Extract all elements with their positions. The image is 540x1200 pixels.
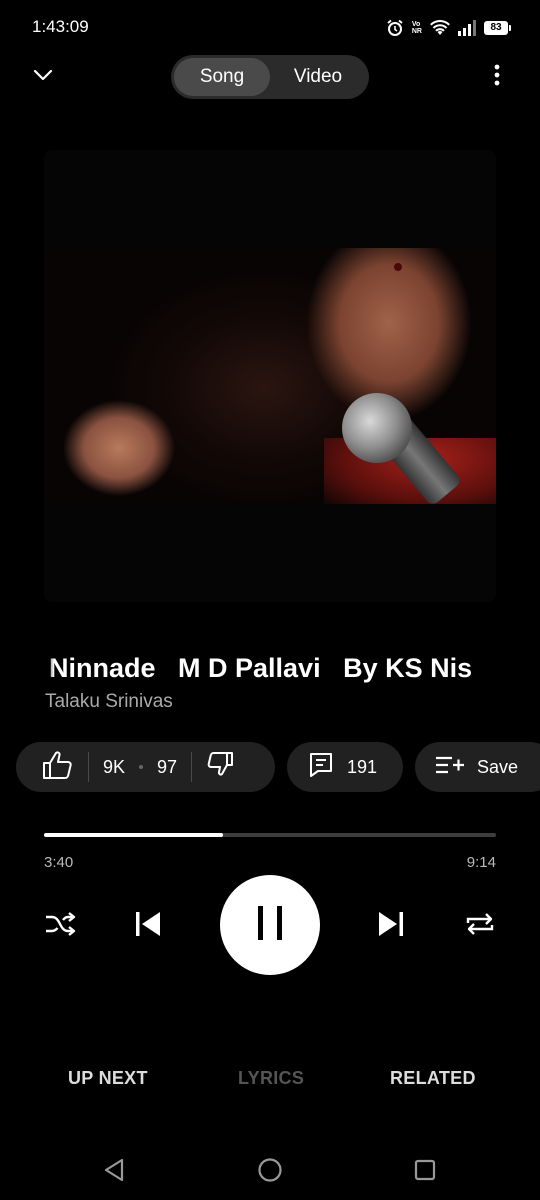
system-nav-bar — [0, 1140, 540, 1200]
wifi-icon — [430, 20, 450, 36]
song-title: Ninnade M D Pallavi By KS Nis — [49, 653, 473, 683]
player-top-bar: Song Video — [0, 54, 540, 100]
next-icon — [377, 911, 405, 942]
status-bar: 1:43:09 Vo NR 83 — [0, 0, 540, 56]
song-title-marquee: Ninnade M D Pallavi By KS Nis — [44, 648, 496, 688]
repeat-button[interactable] — [460, 906, 500, 946]
seek-bar[interactable] — [44, 833, 496, 837]
status-icons: Vo NR 83 — [386, 17, 511, 39]
total-time: 9:14 — [466, 854, 496, 871]
previous-icon — [134, 911, 162, 942]
more-vertical-icon — [494, 64, 500, 91]
playlist-add-icon — [435, 755, 465, 780]
repeat-icon — [464, 911, 496, 942]
artist-name[interactable]: Talaku Srinivas — [45, 691, 173, 713]
song-video-toggle: Song Video — [171, 55, 369, 99]
save-label: Save — [477, 756, 519, 777]
collapse-button[interactable] — [26, 60, 60, 94]
recents-square-icon — [414, 1159, 436, 1186]
tab-up-next[interactable]: UP NEXT — [68, 1068, 148, 1089]
toggle-song[interactable]: Song — [174, 58, 270, 96]
battery-icon: 83 — [484, 21, 511, 35]
album-artwork[interactable] — [44, 150, 496, 602]
dislike-count: 97 — [157, 756, 178, 777]
play-pause-button[interactable] — [220, 875, 320, 975]
tab-lyrics: LYRICS — [238, 1068, 305, 1088]
like-dislike-pill: 9K 97 — [16, 742, 275, 792]
thumbs-up-icon[interactable] — [42, 750, 74, 785]
chevron-down-icon — [33, 68, 53, 86]
shuffle-icon — [44, 911, 76, 942]
previous-button[interactable] — [126, 904, 170, 948]
signal-icon — [458, 20, 476, 36]
comment-count: 191 — [347, 756, 378, 777]
current-time: 3:40 — [44, 854, 74, 871]
volte-icon: Vo NR — [411, 21, 422, 35]
pause-icon — [257, 905, 283, 945]
toggle-video[interactable]: Video — [270, 58, 366, 96]
next-button[interactable] — [369, 904, 413, 948]
thumbs-down-icon[interactable] — [206, 751, 234, 783]
player-tabs: UP NEXT LYRICS RELATED — [0, 1068, 540, 1098]
more-options-button[interactable] — [480, 60, 514, 94]
home-button[interactable] — [256, 1157, 284, 1188]
shuffle-button[interactable] — [40, 906, 80, 946]
tab-related[interactable]: RELATED — [390, 1068, 476, 1089]
home-circle-icon — [257, 1157, 283, 1188]
back-triangle-icon — [103, 1158, 125, 1187]
recents-button[interactable] — [411, 1158, 439, 1186]
save-button[interactable]: Save — [415, 742, 540, 792]
comment-icon — [309, 752, 333, 783]
video-frame-image — [44, 248, 496, 504]
like-count: 9K — [103, 756, 126, 777]
action-row: 9K 97 191 Save — [16, 742, 540, 792]
status-time: 1:43:09 — [32, 17, 89, 36]
seek-bar-progress — [44, 833, 224, 837]
back-button[interactable] — [100, 1158, 128, 1186]
comments-button[interactable]: 191 — [287, 742, 403, 792]
alarm-icon — [386, 19, 404, 37]
